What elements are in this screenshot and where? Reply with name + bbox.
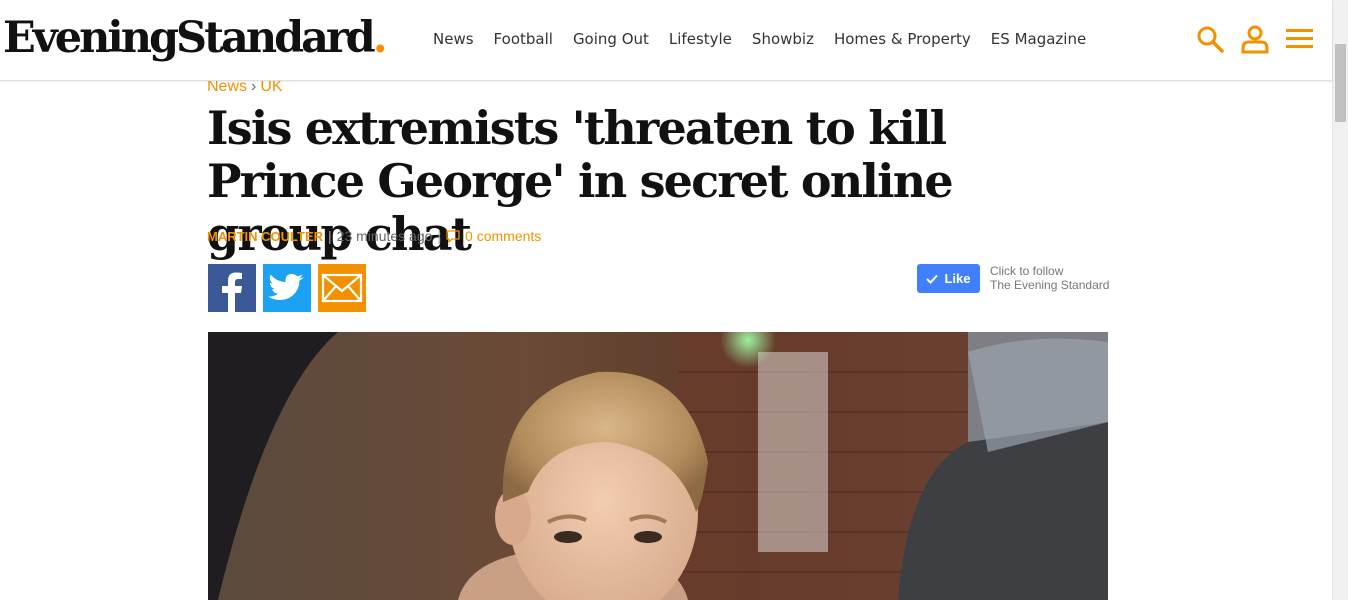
byline: MARTIN COULTER | 23 minutes ago | 0 comm…	[207, 228, 541, 244]
user-icon[interactable]	[1240, 24, 1270, 54]
author-link[interactable]: MARTIN COULTER	[207, 229, 323, 244]
menu-icon[interactable]	[1285, 24, 1315, 54]
article-hero-image	[208, 332, 1108, 600]
twitter-icon	[268, 274, 304, 300]
email-icon	[321, 273, 363, 303]
page-scrollbar[interactable]	[1332, 0, 1348, 600]
check-icon	[926, 274, 939, 284]
byline-divider: |	[328, 228, 332, 244]
logo-text: EveningStandard	[3, 13, 376, 63]
comments-link[interactable]: 0 comments	[446, 228, 541, 244]
follow-text: Click to follow The Evening Standard	[990, 264, 1109, 292]
like-label: Like	[944, 271, 971, 286]
nav-showbiz[interactable]: Showbiz	[752, 28, 814, 50]
nav-lifestyle[interactable]: Lifestyle	[669, 28, 732, 50]
follow-line-1: Click to follow	[990, 264, 1064, 278]
facebook-icon	[222, 272, 242, 312]
main-nav: News Football Going Out Lifestyle Showbi…	[433, 28, 1106, 50]
share-twitter-button[interactable]	[263, 264, 311, 312]
share-email-button[interactable]	[318, 264, 366, 312]
nav-football[interactable]: Football	[494, 28, 553, 50]
site-logo[interactable]: EveningStandard.	[3, 8, 388, 68]
share-facebook-button[interactable]	[208, 264, 256, 312]
follow-line-2: The Evening Standard	[990, 278, 1110, 292]
byline-divider: |	[437, 228, 442, 244]
comments-count: 0 comments	[465, 228, 542, 244]
publish-time: 23 minutes ago	[336, 228, 433, 244]
site-header: EveningStandard. News Football Going Out…	[0, 0, 1332, 81]
logo-dot: .	[372, 13, 388, 63]
nav-going-out[interactable]: Going Out	[573, 28, 649, 50]
scrollbar-thumb[interactable]	[1335, 44, 1346, 122]
comment-icon	[446, 229, 460, 243]
nav-homes-property[interactable]: Homes & Property	[834, 28, 971, 50]
nav-es-magazine[interactable]: ES Magazine	[991, 28, 1086, 50]
nav-news[interactable]: News	[433, 28, 474, 50]
facebook-like-button[interactable]: Like	[917, 264, 980, 293]
search-icon[interactable]	[1195, 24, 1225, 54]
